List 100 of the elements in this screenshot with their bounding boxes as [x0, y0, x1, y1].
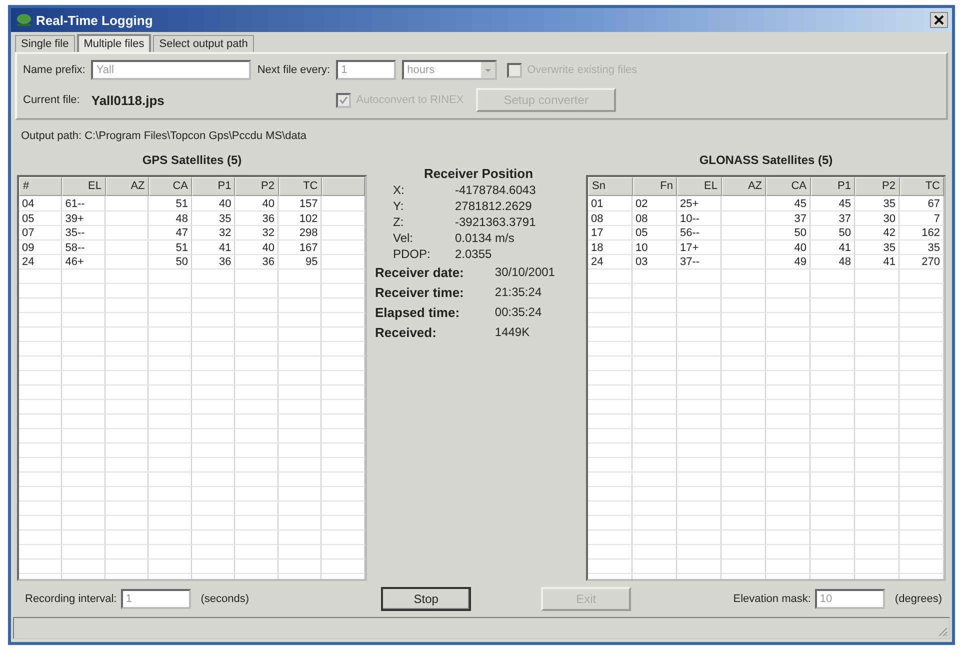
table-cell-text: 37: [838, 212, 852, 226]
table-cell-text: 41: [882, 255, 896, 270]
section-title: GLONASS Satellites (5): [698, 152, 834, 169]
table-cell-text: 162: [920, 226, 941, 240]
table-cell-text: 102: [298, 212, 319, 226]
column-header[interactable]: AZ: [106, 177, 149, 196]
column-header[interactable]: [322, 177, 365, 196]
table-cell-text: 298: [298, 226, 319, 240]
column-header[interactable]: CA: [766, 177, 810, 196]
column-header[interactable]: TC: [278, 177, 322, 196]
field-value: 1449K: [494, 325, 531, 340]
table-cell-text: 35--: [64, 226, 86, 240]
column-header[interactable]: P1: [810, 177, 855, 196]
table-cell-text: 32: [218, 226, 232, 240]
table-cell-text: 35: [882, 197, 896, 212]
field-label: Receiver time:: [375, 285, 465, 300]
table-cell-text: 95: [304, 255, 319, 270]
table-cell-text: 45: [838, 197, 852, 212]
table-cell-text: 37: [793, 212, 808, 226]
tab[interactable]: Multiple files: [76, 34, 152, 52]
table-cell-text: 40: [218, 197, 232, 212]
table-cell-text: 17: [590, 226, 604, 240]
column-header[interactable]: EL: [62, 177, 106, 196]
table-cell-text: 51: [174, 240, 189, 255]
table-cell-text: 18: [590, 240, 604, 255]
field-label: Received:: [375, 325, 438, 340]
table-cell-text: 24: [590, 255, 604, 270]
table-cell-text: 67: [926, 197, 941, 212]
table-cell-text: 51: [174, 197, 189, 212]
unit-label: (seconds): [200, 593, 250, 605]
column-header[interactable]: CA: [148, 177, 192, 196]
field-label: Vel:: [393, 231, 414, 245]
field-label: Next file every:: [257, 64, 330, 76]
field-value: 00:35:24: [494, 305, 543, 320]
field-label: Name prefix:: [23, 64, 86, 76]
column-header[interactable]: EL: [677, 177, 722, 196]
close-button[interactable]: [930, 12, 948, 28]
table-cell-text: 40: [793, 240, 808, 255]
field-value: -3921363.3791: [455, 215, 537, 229]
table-cell-text: 30: [882, 212, 896, 226]
globe-icon: [15, 12, 33, 28]
field-value: 21:35:24: [494, 285, 543, 300]
table-cell-text: 46+: [64, 255, 85, 270]
table-cell-text: 36: [261, 255, 276, 270]
table-cell-text: 24: [21, 255, 36, 270]
field-value: 2.0355: [455, 247, 493, 261]
tab[interactable]: Single file: [15, 35, 75, 52]
table-cell-text: 10--: [679, 212, 701, 226]
field-label: Elapsed time:: [375, 305, 461, 320]
field-label: PDOP:: [393, 247, 432, 261]
tab[interactable]: Select output path: [153, 35, 254, 52]
table-cell-text: 40: [261, 240, 276, 255]
table-cell-text: 157: [298, 197, 319, 212]
table-cell-text: 32: [261, 226, 276, 240]
column-header[interactable]: Sn: [588, 177, 632, 196]
field-value: 30/10/2001: [494, 265, 556, 280]
table-cell-text: 05: [21, 212, 36, 226]
unit-label: (degrees): [894, 593, 942, 605]
column-header[interactable]: P1: [192, 177, 236, 196]
column-header[interactable]: P2: [855, 177, 900, 196]
table-cell-text: 09: [21, 240, 36, 255]
table-cell-text: 49: [793, 255, 808, 270]
table-cell-text: 35: [882, 240, 896, 255]
checkmark-icon: [339, 96, 348, 104]
table-cell-text: 04: [21, 197, 36, 212]
field-label: X:: [393, 183, 406, 197]
column-header[interactable]: P2: [235, 177, 278, 196]
window-title: Real-Time Logging: [36, 12, 153, 28]
table-cell-text: 41: [838, 240, 852, 255]
table-cell-text: 07: [21, 226, 36, 240]
table-cell-text: 25+: [679, 197, 700, 212]
table-cell-text: 10: [634, 240, 649, 255]
section-title: Receiver Position: [422, 166, 534, 181]
table-cell-text: 08: [590, 212, 604, 226]
table-cell-text: 17+: [679, 240, 700, 255]
table-cell-text: 37--: [679, 255, 701, 270]
table-cell-text: 03: [634, 255, 649, 270]
resize-grip-icon: [936, 625, 948, 637]
table-cell-text: 01: [590, 197, 604, 212]
table-cell-text: 50: [793, 226, 808, 240]
column-header[interactable]: AZ: [722, 177, 766, 196]
column-header[interactable]: Fn: [632, 177, 677, 196]
field-value: -4178784.6043: [455, 183, 537, 197]
table-cell-text: 58--: [64, 240, 86, 255]
table-cell-text: 47: [174, 226, 189, 240]
table-cell-text: 50: [838, 226, 852, 240]
field-label: Recording interval:: [25, 593, 117, 605]
table-cell-text: 167: [298, 240, 319, 255]
table-cell-text: 35: [218, 212, 232, 226]
table-cell-text: 41: [218, 240, 232, 255]
output-path-text: Output path: C:\Program Files\Topcon Gps\Pccdu MS\data: [20, 129, 308, 144]
table-cell-text: 61--: [64, 197, 86, 212]
field-value: 0.0134 m/s: [455, 231, 516, 245]
table-cell-text: 48: [838, 255, 852, 270]
field-value: 2781812.2629: [455, 199, 533, 213]
column-header[interactable]: #: [19, 177, 62, 196]
column-header[interactable]: TC: [900, 177, 944, 196]
table-cell-text: 36: [218, 255, 232, 270]
stop-button[interactable]: Stop: [381, 587, 472, 611]
table-cell-text: 45: [793, 197, 808, 212]
